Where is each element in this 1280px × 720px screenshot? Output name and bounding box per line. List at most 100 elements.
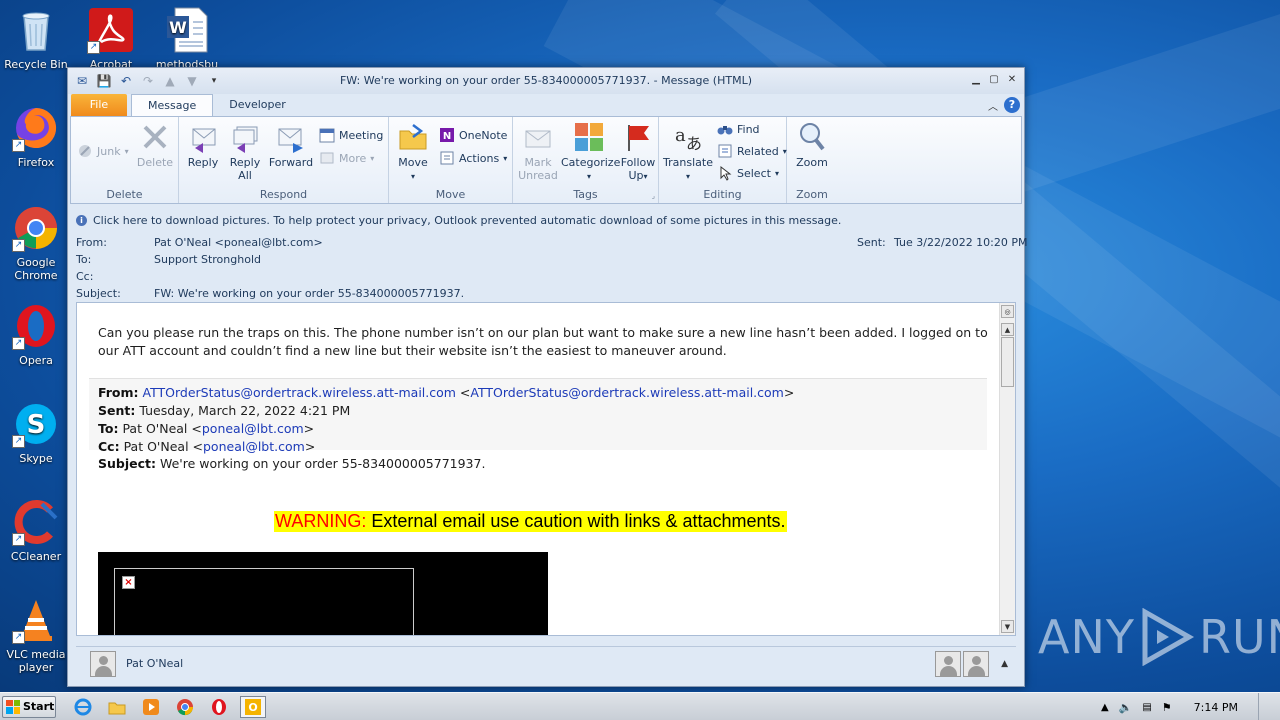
reply-all-button[interactable]: Reply All	[225, 121, 265, 182]
show-desktop-button[interactable]	[1258, 693, 1268, 720]
translate-button[interactable]: aあ Translate ▾	[663, 121, 713, 183]
undo-icon[interactable]: ↶	[118, 73, 134, 89]
desktop-icon-vlc[interactable]: ↗ VLC media player	[0, 596, 72, 674]
actions-button[interactable]: Actions ▾	[439, 150, 507, 166]
to-value[interactable]: Support Stronghold	[154, 253, 261, 266]
fwd-from-link-2[interactable]: ATTOrderStatus@ordertrack.wireless.att-m…	[470, 385, 783, 400]
find-button[interactable]: Find	[717, 121, 760, 137]
reply-button[interactable]: Reply	[183, 121, 223, 169]
avatar[interactable]	[90, 650, 116, 677]
cursor-icon	[717, 165, 733, 181]
minimize-button[interactable]: ▁	[968, 72, 984, 86]
scroll-thumb[interactable]	[1001, 337, 1014, 387]
desktop-icon-ccleaner[interactable]: ↗ CCleaner	[0, 498, 72, 563]
svg-text:N: N	[443, 131, 451, 142]
fwd-to-link[interactable]: poneal@lbt.com	[202, 421, 304, 436]
save-icon[interactable]: 💾	[96, 73, 112, 89]
people-pane-name[interactable]: Pat O'Neal	[126, 657, 183, 670]
quick-access-toolbar: ✉ 💾 ↶ ↷ ▲ ▼ ▾	[74, 73, 222, 89]
junk-button[interactable]: Junk ▾	[77, 143, 129, 159]
onenote-button[interactable]: N OneNote	[439, 127, 507, 143]
chrome-icon: ↗	[12, 204, 60, 252]
delete-button[interactable]: Delete	[135, 121, 175, 169]
previous-item-icon[interactable]: ▲	[162, 73, 178, 89]
expand-people-pane-icon[interactable]: ▲	[1001, 659, 1008, 669]
message-body[interactable]: Can you please run the traps on this. Th…	[76, 302, 1016, 636]
play-logo-icon	[1142, 608, 1195, 666]
scroll-down-button[interactable]: ▼	[1001, 620, 1014, 633]
opera-icon: ↗	[12, 302, 60, 350]
collapse-ribbon-icon[interactable]: ︿	[988, 98, 998, 113]
tab-message[interactable]: Message	[131, 94, 214, 116]
fwd-from-link[interactable]: ATTOrderStatus@ordertrack.wireless.att-m…	[143, 385, 456, 400]
envelope-unread-icon	[522, 121, 554, 153]
avatar[interactable]	[935, 650, 962, 677]
body-text-line: our ATT account and couldn’t find a new …	[98, 343, 727, 358]
avatar[interactable]	[963, 650, 990, 677]
opera-taskbar-icon[interactable]	[206, 696, 232, 718]
network-icon[interactable]: ▤	[1142, 702, 1151, 713]
forwarded-header-block: From: ATTOrderStatus@ordertrack.wireless…	[89, 378, 987, 454]
outlook-taskbar-icon[interactable]: O	[240, 695, 266, 718]
flag-icon	[622, 121, 654, 153]
from-value[interactable]: Pat O'Neal <poneal@lbt.com>	[154, 236, 323, 249]
maximize-button[interactable]: ▢	[986, 72, 1002, 86]
group-label-respond: Respond	[259, 188, 308, 201]
group-label-editing: Editing	[703, 188, 742, 201]
cc-label: Cc:	[76, 270, 94, 283]
actions-icon	[439, 150, 455, 166]
select-button[interactable]: Select ▾	[717, 165, 779, 181]
clock[interactable]: 7:14 PM	[1194, 701, 1238, 714]
calendar-icon	[319, 127, 335, 143]
tab-developer[interactable]: Developer	[213, 94, 302, 116]
internet-explorer-icon[interactable]	[70, 696, 96, 718]
desktop-icon-opera[interactable]: ↗ Opera	[0, 302, 72, 367]
follow-up-button[interactable]: Follow Up▾	[619, 121, 657, 183]
desktop-icon-acrobat[interactable]: ↗ Acrobat	[75, 6, 147, 71]
scroll-up-button[interactable]: ▲	[1001, 323, 1014, 336]
forward-button[interactable]: Forward	[267, 121, 315, 169]
mark-unread-button[interactable]: Mark Unread	[517, 121, 559, 182]
close-button[interactable]: ✕	[1004, 72, 1020, 86]
desktop-icon-chrome[interactable]: ↗ Google Chrome	[0, 204, 72, 282]
start-button[interactable]: Start	[2, 695, 56, 718]
move-group: Move ▾ N OneNote Actions ▾ Move	[389, 117, 513, 203]
volume-icon[interactable]: 🔈	[1119, 701, 1133, 714]
chrome-taskbar-icon[interactable]	[172, 696, 198, 718]
tab-file[interactable]: File	[71, 94, 127, 116]
windows-logo-icon	[6, 699, 20, 714]
categorize-icon	[573, 121, 605, 153]
from-label: From:	[76, 236, 107, 249]
meeting-button[interactable]: Meeting	[319, 127, 383, 143]
download-pictures-infobar[interactable]: i Click here to download pictures. To he…	[76, 214, 841, 227]
desktop-icon-label: Opera	[19, 354, 53, 367]
desktop-icon-skype[interactable]: S ↗ Skype	[0, 400, 72, 465]
more-respond-button[interactable]: More ▾	[319, 150, 374, 166]
svg-text:a: a	[675, 125, 686, 146]
desktop-icon-firefox[interactable]: ↗ Firefox	[0, 104, 72, 169]
scroll-options-icon[interactable]: ◎	[1001, 305, 1014, 318]
action-center-flag-icon[interactable]: ⚑	[1162, 701, 1172, 714]
fwd-cc-link[interactable]: poneal@lbt.com	[203, 439, 305, 454]
file-explorer-icon[interactable]	[104, 696, 130, 718]
more-icon	[319, 150, 335, 166]
desktop-icon-methodsbu[interactable]: W methodsbu	[151, 6, 223, 71]
customize-qat-icon[interactable]: ▾	[206, 73, 222, 89]
show-hidden-icons-icon[interactable]: ▲	[1101, 702, 1109, 713]
move-button[interactable]: Move ▾	[393, 121, 433, 183]
group-label-tags: Tags	[573, 188, 598, 201]
next-item-icon[interactable]: ▼	[184, 73, 200, 89]
desktop-icon-recycle-bin[interactable]: Recycle Bin	[0, 6, 72, 71]
anyrun-watermark: ANY RUN	[1038, 608, 1280, 666]
fwd-from-line: From: ATTOrderStatus@ordertrack.wireless…	[98, 385, 795, 400]
vertical-scrollbar[interactable]: ◎ ▲ ▼	[999, 303, 1015, 635]
related-button[interactable]: Related ▾	[717, 143, 787, 159]
redo-icon[interactable]: ↷	[140, 73, 156, 89]
dialog-launcher-icon[interactable]: ⌟	[652, 192, 655, 200]
zoom-button[interactable]: Zoom	[791, 121, 833, 169]
help-icon[interactable]: ?	[1004, 97, 1020, 113]
fwd-cc-line: Cc: Pat O'Neal <poneal@lbt.com>	[98, 439, 316, 454]
media-player-icon[interactable]	[138, 696, 164, 718]
vlc-icon: ↗	[12, 596, 60, 644]
categorize-button[interactable]: Categorize ▾	[561, 121, 620, 183]
